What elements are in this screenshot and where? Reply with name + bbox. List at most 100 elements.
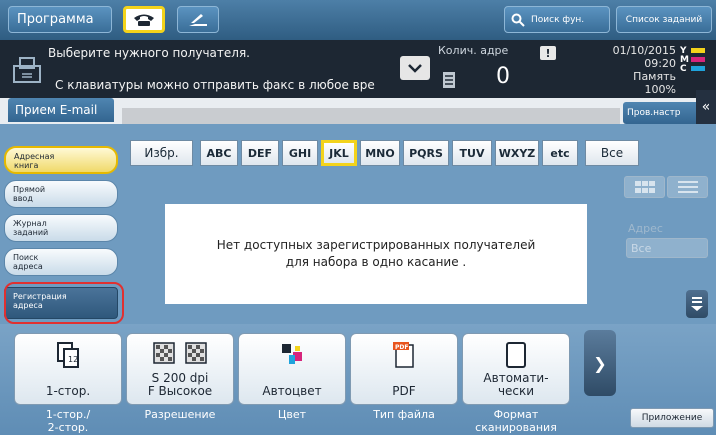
- color-icon-wrap: [239, 342, 345, 370]
- svg-text:PDF: PDF: [395, 344, 408, 351]
- next-functions-button[interactable]: ❯: [584, 330, 616, 396]
- phone-icon: [134, 14, 154, 26]
- sidebar-item-direct-input[interactable]: Прямой ввод: [4, 180, 118, 208]
- chevron-down-icon: [408, 63, 422, 73]
- duplex-button[interactable]: 12 1-стор.: [14, 333, 122, 405]
- scan-size-value: Автомати- чески: [463, 372, 569, 398]
- index-tab-pqrs[interactable]: PQRS: [403, 140, 449, 166]
- index-tab-all[interactable]: Все: [585, 140, 639, 166]
- toner-cyan: C: [680, 63, 716, 74]
- caption-line: сканирования: [475, 421, 557, 434]
- sidebar-item-label: книга: [14, 161, 39, 170]
- index-tab-mno[interactable]: MNO: [360, 140, 400, 166]
- list-view-button[interactable]: [667, 176, 708, 198]
- svg-text:12: 12: [68, 355, 78, 364]
- pdf-icon-wrap: PDF: [351, 342, 457, 370]
- top-bar: Программа Поиск фун. Список заданий: [0, 0, 716, 40]
- duplex-icon-wrap: 12: [15, 342, 121, 370]
- resolution-fax-value: F Высокое: [147, 384, 213, 398]
- scan-size-button[interactable]: Автомати- чески: [462, 333, 570, 405]
- destination-count-label: Колич. адре: [438, 44, 509, 57]
- resolution-icon-wrap: [127, 342, 233, 370]
- message-bar: Выберите нужного получателя. С клавиатур…: [0, 40, 716, 98]
- toner-label: C: [680, 63, 687, 74]
- index-tab-favorites[interactable]: Избр.: [130, 140, 193, 166]
- chevron-right-icon: ❯: [593, 353, 607, 373]
- status-info: 01/10/2015 09:20 Память 100%: [590, 44, 676, 96]
- empty-message-line: Нет доступных зарегистрированных получат…: [216, 238, 536, 252]
- resolution-value: S 200 dpi F Высокое: [127, 372, 233, 398]
- function-bar: 12 1-стор. 1-стор./ 2-стор. S 200 dpi F …: [0, 324, 716, 435]
- check-settings-button[interactable]: Пров.настр: [623, 102, 699, 124]
- sidebar-item-label: заданий: [13, 228, 49, 237]
- duplex-icon: 12: [57, 342, 79, 368]
- list-view-icon: [677, 181, 698, 193]
- file-type-caption: Тип файла: [373, 408, 435, 421]
- index-tab-etc[interactable]: etc: [542, 140, 578, 166]
- grid-view-icon: [634, 181, 655, 193]
- warning-icon[interactable]: !: [540, 46, 556, 60]
- destination-count-value: 0: [496, 64, 510, 89]
- fax-machine-icon: [13, 57, 41, 83]
- collapse-panel-button[interactable]: «: [696, 90, 716, 124]
- address-type-select[interactable]: Все: [626, 238, 708, 258]
- memory-label: Память: [633, 70, 676, 83]
- scan-mode-button[interactable]: [177, 6, 219, 33]
- sidebar-item-label: Поиск: [13, 253, 39, 262]
- pdf-icon: PDF: [393, 342, 414, 368]
- date-text: 01/10/2015: [612, 44, 676, 57]
- resolution-caption: Разрешение: [144, 408, 216, 421]
- address-type-label: Адрес: [628, 222, 663, 235]
- duplex-caption: 1-стор./ 2-стор.: [14, 408, 122, 434]
- empty-message-line: для набора в одно касание .: [285, 255, 467, 269]
- toner-bar: [691, 66, 705, 71]
- color-button[interactable]: Автоцвет: [238, 333, 346, 405]
- sidebar-item-address-book[interactable]: Адресная книга: [4, 146, 118, 174]
- view-toggle: [624, 176, 708, 198]
- expand-message-button[interactable]: [400, 56, 430, 80]
- file-type-button[interactable]: PDF PDF: [350, 333, 458, 405]
- sidebar-item-label: адреса: [13, 262, 43, 271]
- list-icon: [443, 72, 455, 88]
- index-tab-wxyz[interactable]: WXYZ: [495, 140, 539, 166]
- scan-size-value-line: чески: [497, 384, 535, 398]
- caption-line: 2-стор.: [47, 421, 89, 434]
- scroll-down-button[interactable]: [686, 290, 708, 318]
- sidebar-item-label: Прямой: [13, 185, 46, 194]
- sidebar-item-label: Журнал: [13, 219, 47, 228]
- toner-bar: [691, 48, 705, 53]
- destination-bar: [122, 108, 620, 124]
- program-button[interactable]: Программа: [8, 6, 112, 33]
- empty-destination-message: Нет доступных зарегистрированных получат…: [165, 204, 587, 304]
- document-icon-wrap: [463, 342, 569, 370]
- color-value: Автоцвет: [262, 384, 322, 398]
- scroll-down-icon: [691, 297, 703, 311]
- function-search-label: Поиск фун.: [531, 14, 585, 25]
- index-tab-ghi[interactable]: GHI: [282, 140, 318, 166]
- address-type-value: Все: [631, 241, 652, 255]
- document-icon: [506, 342, 526, 368]
- fax-mode-button[interactable]: [123, 6, 165, 33]
- sidebar-item-label: ввод: [13, 194, 33, 203]
- double-chevron-left-icon: «: [701, 99, 711, 115]
- sidebar-item-address-search[interactable]: Поиск адреса: [4, 248, 118, 276]
- grid-view-button[interactable]: [624, 176, 665, 198]
- scan-icon: [189, 13, 207, 26]
- sidebar-item-job-history[interactable]: Журнал заданий: [4, 214, 118, 242]
- index-tab-def[interactable]: DEF: [241, 140, 279, 166]
- caption-line: 1-стор./: [45, 408, 91, 421]
- application-button[interactable]: Приложение: [630, 408, 714, 428]
- job-list-button[interactable]: Список заданий: [616, 6, 712, 33]
- scan-size-caption: Формат сканирования: [462, 408, 570, 434]
- email-receive-tab[interactable]: Прием E-mail: [8, 98, 114, 122]
- function-search-button[interactable]: Поиск фун.: [504, 6, 610, 33]
- index-tab-abc[interactable]: ABC: [200, 140, 238, 166]
- color-caption: Цвет: [277, 408, 307, 421]
- file-type-value: PDF: [392, 384, 416, 398]
- instruction-text: Выберите нужного получателя.: [48, 46, 250, 60]
- resolution-button[interactable]: S 200 dpi F Высокое: [126, 333, 234, 405]
- duplex-value: 1-стор.: [45, 384, 91, 398]
- index-tab-jkl[interactable]: JKL: [321, 140, 357, 166]
- keyboard-hint-text: С клавиатуры можно отправить факс в любо…: [55, 78, 375, 92]
- index-tab-tuv[interactable]: TUV: [452, 140, 492, 166]
